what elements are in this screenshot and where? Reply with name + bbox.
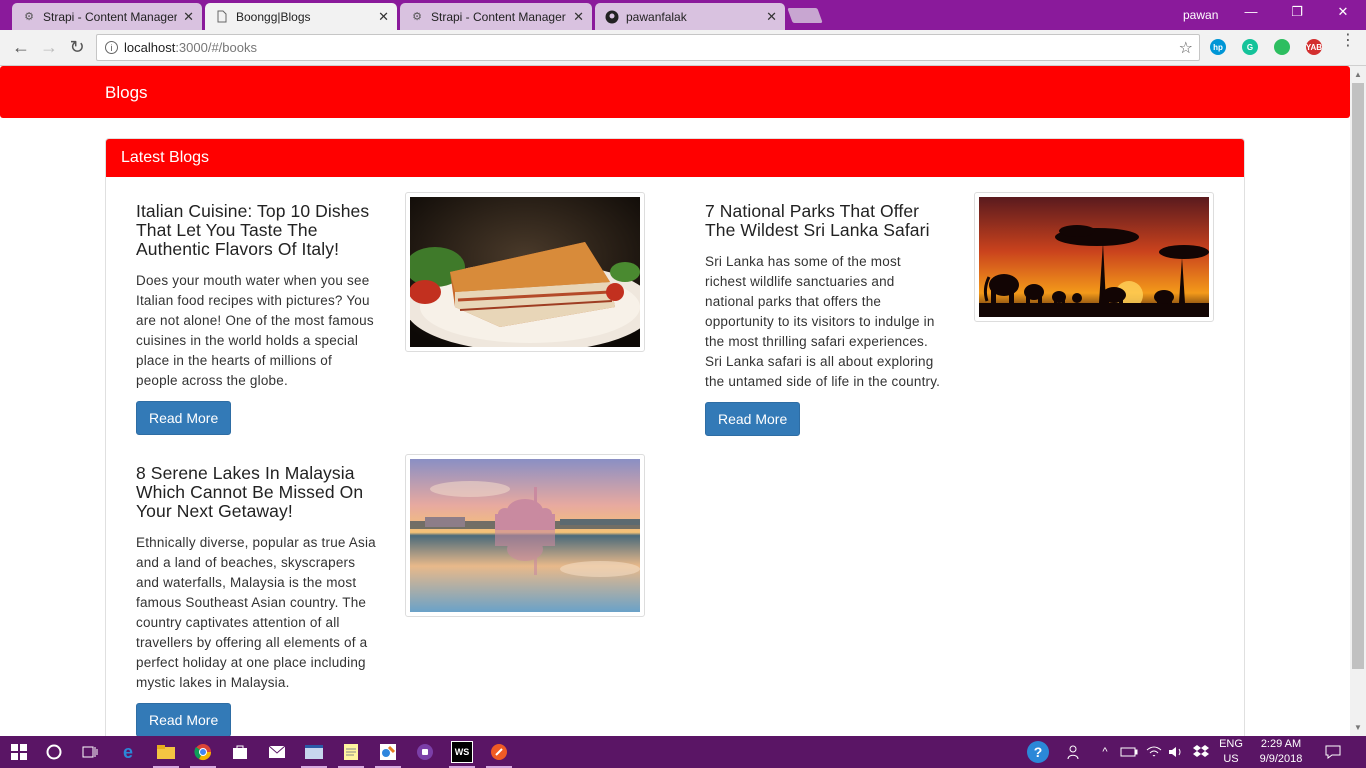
read-more-button[interactable]: Read More [136,703,232,736]
clock-date: 9/9/2018 [1259,753,1303,765]
navbar-brand[interactable]: Blogs [105,83,148,103]
browser-toolbar: ← → ↻ i localhost:3000/#/books ☆ hp G YA… [0,30,1366,66]
notepad-icon[interactable] [340,741,362,763]
dropbox-icon[interactable] [1190,741,1212,763]
clock-time: 2:29 AM [1260,738,1302,750]
cortana-icon[interactable] [43,741,65,763]
strapi-icon: ⚙ [24,11,34,23]
yab-label: YAB [1305,42,1323,52]
lang-bottom: US [1223,753,1239,765]
clock[interactable]: 2:29 AM 9/9/2018 [1250,737,1312,767]
people-icon[interactable] [1064,741,1086,763]
site-navbar: Blogs [0,66,1350,118]
tab-title: Strapi - Content Manager [43,9,178,24]
profile-name[interactable]: pawan [1183,8,1218,22]
read-more-button[interactable]: Read More [136,401,232,435]
forward-icon[interactable]: → [38,37,60,58]
scroll-down-icon[interactable]: ▼ [1354,723,1362,732]
edge-icon[interactable]: e [117,741,139,763]
url-path: :3000/#/books [175,40,257,55]
close-tab-icon[interactable]: ✕ [183,9,194,25]
chrome-icon[interactable] [192,741,214,763]
grammarly-icon[interactable]: G [1242,39,1258,55]
windows-icon[interactable] [8,741,30,763]
tab-strapi-2[interactable]: ⚙ Strapi - Content Manager ✕ [400,3,592,30]
paint-icon[interactable] [377,741,399,763]
menu-dots-icon[interactable]: ⋮ [1340,33,1356,49]
url-host: localhost [124,40,176,55]
store-icon[interactable] [229,741,251,763]
page-scrollbar[interactable]: ▲ ▼ [1350,66,1366,736]
bookmark-star-icon[interactable]: ☆ [1179,38,1193,58]
address-bar[interactable]: i localhost:3000/#/books ☆ [96,34,1200,61]
tab-title: pawanfalak [626,9,687,24]
page-viewport: Blogs Latest Blogs Italian Cuisine: Top … [0,66,1350,736]
post-title[interactable]: 8 Serene Lakes In Malaysia Which Cannot … [136,464,376,521]
scrollbar-thumb[interactable] [1352,83,1364,669]
post-thumbnail[interactable] [405,454,645,617]
yab-icon[interactable]: YAB [1306,39,1322,55]
volume-icon[interactable] [1165,741,1187,763]
post-body: Ethnically diverse, popular as true Asia… [136,535,376,690]
close-tab-icon[interactable]: ✕ [378,9,389,25]
blog-post: 8 Serene Lakes In Malaysia Which Cannot … [136,464,376,736]
hp-icon[interactable]: hp [1210,39,1226,55]
post-title[interactable]: 7 National Parks That Offer The Wildest … [705,202,945,240]
tab-github[interactable]: pawanfalak ✕ [595,3,785,30]
info-icon[interactable]: i [105,41,118,54]
page-icon [215,10,229,24]
app-icon[interactable] [414,741,436,763]
file-explorer-icon[interactable] [155,741,177,763]
webstorm-icon[interactable]: WS [451,741,473,763]
blog-post: 7 National Parks That Offer The Wildest … [705,202,945,436]
wifi-icon[interactable] [1143,741,1165,763]
post-body: Does your mouth water when you see Itali… [136,273,374,388]
github-icon [605,10,619,24]
tab-title: Boongg|Blogs [236,9,311,24]
windows-taskbar: e WS ? ^ ENG US 2:29 AM 9/9/2018 [0,736,1366,768]
elephant-sunset-image [979,197,1209,317]
vscode-icon[interactable] [303,741,325,763]
language-indicator[interactable]: ENG US [1215,737,1247,767]
new-tab-button[interactable] [787,8,823,23]
postman-icon[interactable] [488,741,510,763]
browser-titlebar: ⚙ Strapi - Content Manager ✕ Boongg|Blog… [0,0,1366,30]
post-thumbnail[interactable] [405,192,645,352]
minimize-icon[interactable]: — [1228,4,1274,19]
latest-blogs-panel: Latest Blogs Italian Cuisine: Top 10 Dis… [105,138,1245,736]
restore-icon[interactable]: ❐ [1274,4,1320,20]
post-thumbnail[interactable] [974,192,1214,322]
battery-icon[interactable] [1118,741,1140,763]
webstorm-label: WS [454,747,470,757]
close-window-icon[interactable]: ✕ [1320,4,1366,20]
close-tab-icon[interactable]: ✕ [573,9,584,25]
read-more-button[interactable]: Read More [705,402,801,436]
close-tab-icon[interactable]: ✕ [766,9,777,25]
back-icon[interactable]: ← [10,37,32,58]
chevron-up-icon[interactable]: ^ [1094,741,1116,763]
strapi-icon: ⚙ [412,11,422,23]
evernote-icon[interactable] [1274,39,1290,55]
help-icon[interactable]: ? [1027,741,1049,763]
panel-heading: Latest Blogs [106,139,1244,177]
reload-icon[interactable]: ↻ [66,37,88,58]
tab-title: Strapi - Content Manager [431,9,566,24]
notifications-icon[interactable] [1322,741,1344,763]
lasagna-image [410,197,640,347]
tab-strapi-1[interactable]: ⚙ Strapi - Content Manager ✕ [12,3,202,30]
scroll-up-icon[interactable]: ▲ [1354,70,1362,79]
lang-top: ENG [1219,738,1243,750]
mail-icon[interactable] [266,741,288,763]
post-title[interactable]: Italian Cuisine: Top 10 Dishes That Let … [136,202,376,259]
post-body: Sri Lanka has some of the most richest w… [705,254,941,389]
tab-boongg-blogs[interactable]: Boongg|Blogs ✕ [205,3,397,30]
blog-post: Italian Cuisine: Top 10 Dishes That Let … [136,202,376,435]
mosque-lake-image [410,459,640,612]
task-view-icon[interactable] [79,741,101,763]
